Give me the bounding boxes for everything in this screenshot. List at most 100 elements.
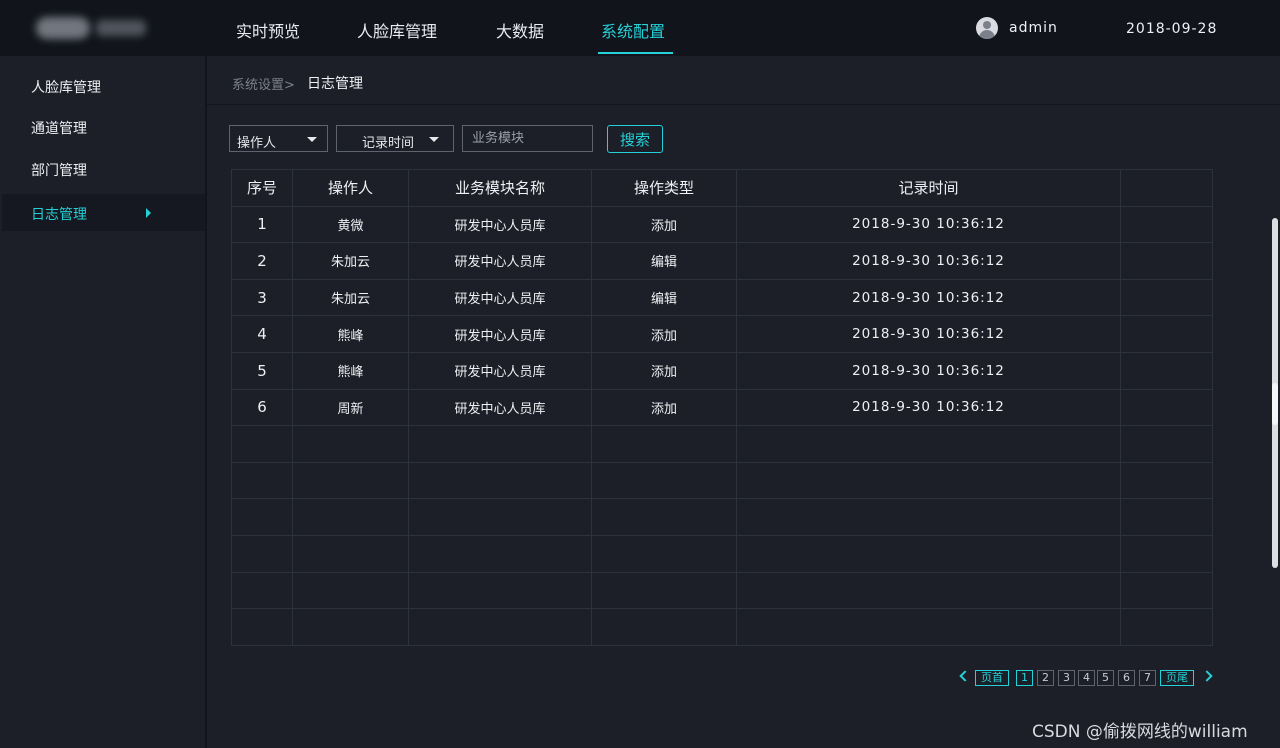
table-row[interactable]: 4 熊峰 研发中心人员库 添加 2018-9-30 10:36:12 xyxy=(231,315,1213,353)
chevron-down-icon xyxy=(307,137,317,142)
cell-operation-type: 添加 xyxy=(591,351,737,390)
cell-operation-type: 添加 xyxy=(591,315,737,353)
table-row[interactable]: 6 周新 研发中心人员库 添加 2018-9-30 10:36:12 xyxy=(231,388,1213,427)
cell-module: 研发中心人员库 xyxy=(408,351,592,390)
table-row[interactable]: 1 黄微 研发中心人员库 添加 2018-9-30 10:36:12 xyxy=(231,205,1213,244)
current-date: 2018-09-28 xyxy=(1126,21,1218,37)
cell-empty xyxy=(1120,388,1213,427)
column-header: 操作类型 xyxy=(591,169,737,207)
empty-table-row xyxy=(231,425,1213,463)
cell-index: 2 xyxy=(231,242,293,280)
cell-module: 研发中心人员库 xyxy=(408,388,592,427)
page-button-3[interactable]: 3 xyxy=(1058,670,1075,686)
empty-table-row xyxy=(231,498,1213,536)
cell-operator: 朱加云 xyxy=(292,242,409,280)
username: admin xyxy=(1009,20,1058,36)
top-navbar: 实时预览 人脸库管理 大数据 系统配置 admin 2018-09-28 xyxy=(0,0,1280,56)
page-button-2[interactable]: 2 xyxy=(1037,670,1054,686)
cell-record-time: 2018-9-30 10:36:12 xyxy=(736,315,1121,353)
cell-module: 研发中心人员库 xyxy=(408,242,592,280)
column-header xyxy=(1120,169,1213,207)
empty-table-row xyxy=(231,461,1213,500)
page-button-6[interactable]: 6 xyxy=(1118,670,1135,686)
column-header: 记录时间 xyxy=(736,169,1121,207)
cell-operator: 周新 xyxy=(292,388,409,427)
record-time-select-value: 记录时间 xyxy=(362,136,415,151)
cell-index: 3 xyxy=(231,278,293,317)
cell-index: 5 xyxy=(231,351,293,390)
business-module-input[interactable] xyxy=(462,125,593,152)
sidebar-item-face-library[interactable]: 人脸库管理 xyxy=(2,67,205,104)
cell-operator: 熊峰 xyxy=(292,351,409,390)
table-row[interactable]: 2 朱加云 研发中心人员库 编辑 2018-9-30 10:36:12 xyxy=(231,242,1213,280)
logo xyxy=(36,13,148,43)
cell-empty xyxy=(1120,205,1213,244)
cell-operation-type: 添加 xyxy=(591,388,737,427)
scrollbar-thumb[interactable] xyxy=(1272,383,1278,425)
sidebar-item-label: 通道管理 xyxy=(31,121,87,137)
cell-record-time: 2018-9-30 10:36:12 xyxy=(736,351,1121,390)
active-nav-indicator xyxy=(598,52,673,54)
cell-operator: 朱加云 xyxy=(292,278,409,317)
cell-record-time: 2018-9-30 10:36:12 xyxy=(736,205,1121,244)
nav-big-data[interactable]: 大数据 xyxy=(496,18,544,42)
empty-table-row xyxy=(231,571,1213,610)
operator-select[interactable]: 操作人 xyxy=(229,125,328,152)
cell-operation-type: 添加 xyxy=(591,205,737,244)
nav-system-config[interactable]: 系统配置 xyxy=(601,18,665,42)
sidebar-item-label: 部门管理 xyxy=(31,163,87,179)
log-table: 序号 操作人 业务模块名称 操作类型 记录时间 1 黄微 研发中心人员库 添加 … xyxy=(231,169,1213,646)
cell-empty xyxy=(1120,242,1213,280)
cell-record-time: 2018-9-30 10:36:12 xyxy=(736,278,1121,317)
cell-module: 研发中心人员库 xyxy=(408,205,592,244)
empty-table-row xyxy=(231,608,1213,646)
cell-operation-type: 编辑 xyxy=(591,242,737,280)
cell-operator: 熊峰 xyxy=(292,315,409,353)
cell-index: 4 xyxy=(231,315,293,353)
cell-empty xyxy=(1120,315,1213,353)
record-time-select[interactable]: 记录时间 xyxy=(336,125,454,152)
empty-table-row xyxy=(231,534,1213,573)
page-button-5[interactable]: 5 xyxy=(1097,670,1114,686)
watermark: CSDN @偷拨网线的william xyxy=(1032,722,1248,742)
nav-realtime-preview[interactable]: 实时预览 xyxy=(236,18,300,42)
table-header-row: 序号 操作人 业务模块名称 操作类型 记录时间 xyxy=(231,169,1213,207)
search-button[interactable]: 搜索 xyxy=(607,125,663,153)
column-header: 序号 xyxy=(231,169,293,207)
nav-face-library[interactable]: 人脸库管理 xyxy=(357,18,437,42)
chevron-right-icon[interactable] xyxy=(1201,670,1213,682)
sidebar-item-channels[interactable]: 通道管理 xyxy=(2,108,205,145)
sidebar-item-departments[interactable]: 部门管理 xyxy=(2,150,205,187)
table-row[interactable]: 3 朱加云 研发中心人员库 编辑 2018-9-30 10:36:12 xyxy=(231,278,1213,317)
sidebar-item-logs[interactable]: 日志管理 xyxy=(2,194,205,231)
cell-empty xyxy=(1120,278,1213,317)
caret-right-icon xyxy=(146,208,151,218)
cell-record-time: 2018-9-30 10:36:12 xyxy=(736,242,1121,280)
cell-empty xyxy=(1120,351,1213,390)
column-header: 业务模块名称 xyxy=(408,169,592,207)
cell-operator: 黄微 xyxy=(292,205,409,244)
breadcrumb: 系统设置> 日志管理 xyxy=(207,56,1280,105)
sidebar: 人脸库管理 通道管理 部门管理 日志管理 xyxy=(0,56,207,748)
table-row[interactable]: 5 熊峰 研发中心人员库 添加 2018-9-30 10:36:12 xyxy=(231,351,1213,390)
cell-record-time: 2018-9-30 10:36:12 xyxy=(736,388,1121,427)
sidebar-item-label: 人脸库管理 xyxy=(31,80,101,96)
breadcrumb-current: 日志管理 xyxy=(307,76,363,92)
first-page-button[interactable]: 页首 xyxy=(975,670,1009,686)
page-button-4[interactable]: 4 xyxy=(1078,670,1095,686)
page-button-1[interactable]: 1 xyxy=(1016,670,1033,686)
operator-select-value: 操作人 xyxy=(237,136,277,151)
cell-index: 1 xyxy=(231,205,293,244)
chevron-down-icon xyxy=(429,137,439,142)
avatar xyxy=(976,17,998,39)
sidebar-item-label: 日志管理 xyxy=(31,207,87,223)
cell-module: 研发中心人员库 xyxy=(408,315,592,353)
chevron-left-icon[interactable] xyxy=(959,670,971,682)
column-header: 操作人 xyxy=(292,169,409,207)
last-page-button[interactable]: 页尾 xyxy=(1160,670,1194,686)
page-button-7[interactable]: 7 xyxy=(1139,670,1156,686)
breadcrumb-parent[interactable]: 系统设置> xyxy=(232,74,295,93)
cell-index: 6 xyxy=(231,388,293,427)
cell-operation-type: 编辑 xyxy=(591,278,737,317)
cell-module: 研发中心人员库 xyxy=(408,278,592,317)
